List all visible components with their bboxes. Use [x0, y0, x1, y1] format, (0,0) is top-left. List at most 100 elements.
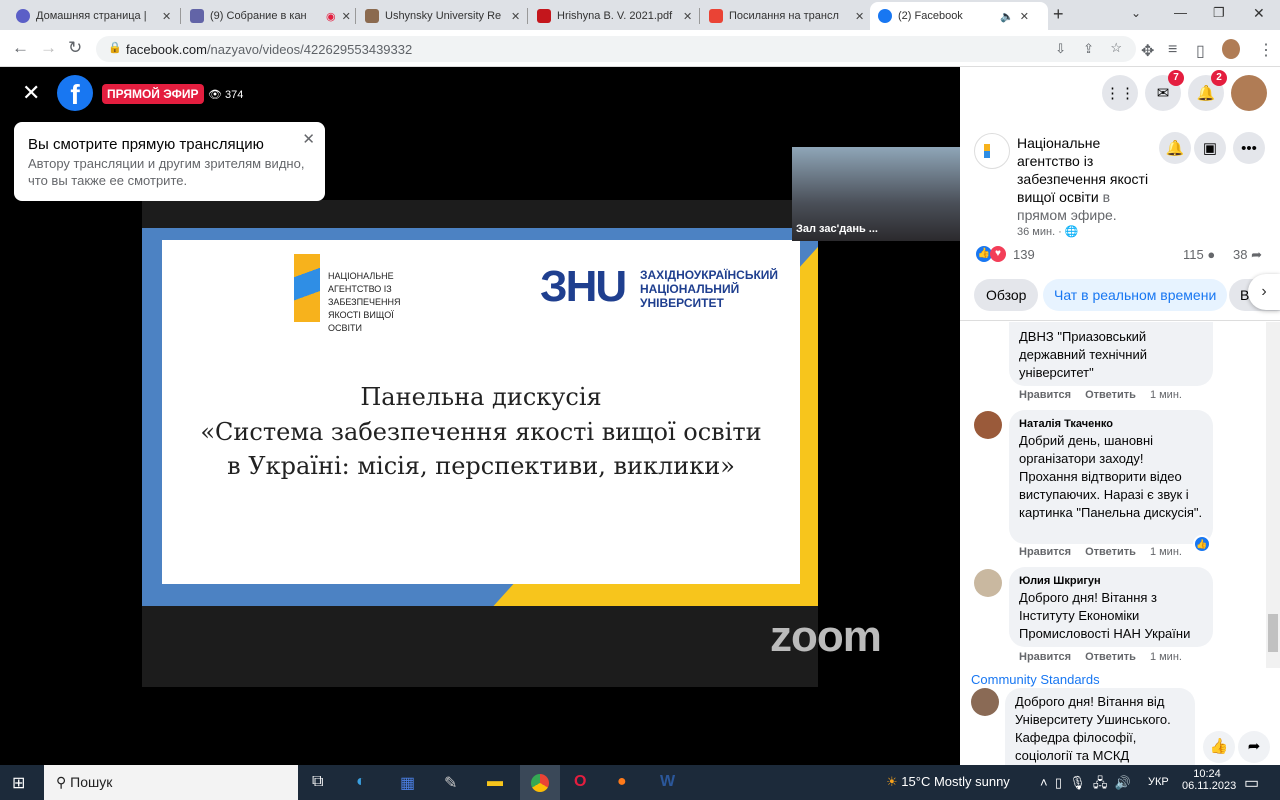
commenter-avatar[interactable]	[974, 411, 1002, 439]
file-explorer-icon[interactable]: ▬	[487, 773, 503, 791]
reload-icon[interactable]: ↻	[68, 38, 82, 58]
naqa-logo-icon	[294, 254, 320, 322]
post-header: Національне агентство із забезпечення як…	[1017, 135, 1149, 223]
more-options-icon[interactable]: •••	[1233, 132, 1265, 164]
participant-thumbnail[interactable]: Зал зас'дань ...	[792, 147, 960, 241]
side-panel-icon[interactable]: ▯	[1196, 41, 1205, 61]
comment-text: Добрий день, шановні організатори заходу…	[1019, 433, 1203, 520]
tab-home[interactable]: Домашняя страница | ✕	[8, 2, 179, 30]
install-icon[interactable]: ⇩	[1055, 41, 1066, 57]
community-standards-link[interactable]: Community Standards	[971, 672, 1100, 687]
scrollbar-thumb[interactable]	[1268, 614, 1278, 652]
close-window-button[interactable]: ✕	[1253, 5, 1265, 22]
page-avatar[interactable]	[974, 133, 1010, 169]
comment-text: ДВНЗ "Приазовський державний технічний у…	[1019, 329, 1147, 380]
tab-teams[interactable]: (9) Собрание в кан ◉ ✕	[182, 2, 359, 30]
forward-icon[interactable]: →	[40, 38, 57, 58]
calculator-app-icon[interactable]: ▦	[400, 773, 415, 793]
comment-actions: Нравится Ответить 1 мин.	[1019, 651, 1196, 663]
notification-center-icon[interactable]: ▭	[1244, 773, 1259, 793]
comment-time[interactable]: 1 мин.	[1150, 389, 1182, 401]
bell-icon[interactable]: 🔔	[1159, 132, 1191, 164]
firefox-icon[interactable]: ●	[617, 773, 627, 791]
like-link[interactable]: Нравится	[1019, 651, 1071, 663]
reply-link[interactable]: Ответить	[1085, 651, 1136, 663]
tab-separator	[699, 8, 700, 24]
tab-live-chat[interactable]: Чат в реальном времени	[1043, 279, 1228, 311]
commenter-avatar[interactable]	[974, 569, 1002, 597]
extensions-icon[interactable]: ✥	[1141, 41, 1154, 61]
slide-title: Панельна дискусія	[360, 383, 602, 411]
close-video-icon[interactable]: ✕	[22, 80, 40, 106]
close-tab-icon[interactable]: ✕	[162, 10, 171, 23]
tab-separator	[527, 8, 528, 24]
language-indicator[interactable]: УКР	[1148, 776, 1169, 788]
reply-link[interactable]: Ответить	[1085, 389, 1136, 401]
comment-time[interactable]: 1 мин.	[1150, 546, 1182, 558]
tab-ushynsky[interactable]: Ushynsky University Re ✕	[357, 2, 528, 30]
page-name-link[interactable]: Національне агентство із забезпечення як…	[1017, 135, 1148, 205]
weather-widget[interactable]: ☀ 15°C Mostly sunny	[886, 774, 1010, 790]
share-icon[interactable]: ⇪	[1083, 41, 1094, 57]
tab-search-icon[interactable]: ⌄	[1131, 6, 1141, 20]
comment-time[interactable]: 1 мин.	[1150, 651, 1182, 663]
task-view-icon[interactable]: ⧉	[312, 773, 323, 791]
profile-avatar[interactable]	[1222, 39, 1240, 59]
new-tab-button[interactable]: +	[1053, 4, 1064, 25]
url-input[interactable]: 🔒 facebook.com/nazyavo/videos/4226295534…	[96, 36, 1136, 62]
reaction-count[interactable]: 139	[1013, 247, 1035, 262]
opera-icon[interactable]: O	[574, 773, 586, 791]
facebook-logo-icon[interactable]: f	[57, 75, 93, 111]
close-tab-icon[interactable]: ✕	[855, 10, 864, 23]
word-icon[interactable]: W	[660, 773, 675, 791]
tab-overview[interactable]: Обзор	[974, 279, 1039, 311]
share-count[interactable]: 38 ➦	[1233, 247, 1262, 263]
tab-pdf[interactable]: Hrishyna B. V. 2021.pdf ✕	[529, 2, 700, 30]
reply-link[interactable]: Ответить	[1085, 546, 1136, 558]
reading-list-icon[interactable]: ≡	[1168, 41, 1177, 59]
comment-input[interactable]: Доброго дня! Вітання від Університету Уш…	[1005, 688, 1195, 765]
commenter-name[interactable]: Наталія Ткаченко	[1019, 416, 1203, 432]
wunu-logo-icon: ЗHU	[540, 262, 627, 311]
account-avatar[interactable]	[1231, 75, 1267, 111]
comments-scrollbar[interactable]	[1266, 322, 1280, 668]
thumbs-up-icon[interactable]: 👍	[1203, 731, 1235, 763]
tab-gmail[interactable]: Посилання на трансл ✕	[701, 2, 872, 30]
back-icon[interactable]: ←	[12, 38, 29, 58]
toast-close-icon[interactable]: ✕	[302, 130, 315, 148]
comment-icon: ●	[1207, 247, 1216, 262]
close-tab-icon[interactable]: ✕	[683, 10, 692, 23]
app-icon[interactable]: ✎	[444, 773, 457, 793]
comment-bubble: Юлия Шкригун Доброго дня! Вітання з Інсти…	[1009, 567, 1213, 647]
restore-button[interactable]: ❐	[1213, 5, 1225, 21]
share-arrow-icon: ➦	[1251, 247, 1262, 262]
tab-facebook[interactable]: (2) Facebook 🔈 ✕	[870, 2, 1048, 30]
composer-avatar[interactable]	[971, 688, 999, 716]
tab-separator	[180, 8, 181, 24]
share-icon[interactable]: ➦	[1238, 731, 1270, 763]
minimize-button[interactable]: —	[1174, 5, 1187, 20]
tabs-next-chevron-icon[interactable]: ›	[1248, 274, 1280, 310]
commenter-name[interactable]: Юлия Шкригун	[1019, 573, 1203, 589]
close-tab-icon[interactable]: ✕	[342, 10, 351, 23]
clock[interactable]: 10:24 06.11.2023	[1182, 768, 1236, 792]
taskbar-search-box[interactable]: ⚲ Пошук	[44, 765, 298, 800]
menu-icon[interactable]: ⋮	[1258, 40, 1274, 60]
tray-icons[interactable]: ˄ ▯ 🎙 🖧 🔊	[1040, 774, 1131, 796]
audio-icon[interactable]: 🔈	[1000, 10, 1014, 23]
close-tab-icon[interactable]: ✕	[511, 10, 520, 23]
comment-actions: Нравится Ответить 1 мин.	[1019, 389, 1196, 401]
comment-count[interactable]: 115 ●	[1183, 247, 1215, 262]
bookmark-star-icon[interactable]: ☆	[1110, 40, 1122, 56]
like-link[interactable]: Нравится	[1019, 389, 1071, 401]
windows-start-icon[interactable]: ⊞	[12, 773, 25, 793]
post-time[interactable]: 36 мин. · 🌐	[1017, 225, 1079, 238]
comment-text: Доброго дня! Вітання з Інституту Економі…	[1019, 590, 1191, 641]
like-link[interactable]: Нравится	[1019, 546, 1071, 558]
close-tab-icon[interactable]: ✕	[1020, 10, 1029, 23]
edge-icon[interactable]: ◐	[356, 773, 366, 791]
facebook-icon	[878, 9, 892, 23]
save-icon[interactable]: ▣	[1194, 132, 1226, 164]
menu-grid-icon[interactable]: ⋮⋮	[1102, 75, 1138, 111]
chrome-taskbar-button[interactable]	[520, 765, 560, 800]
